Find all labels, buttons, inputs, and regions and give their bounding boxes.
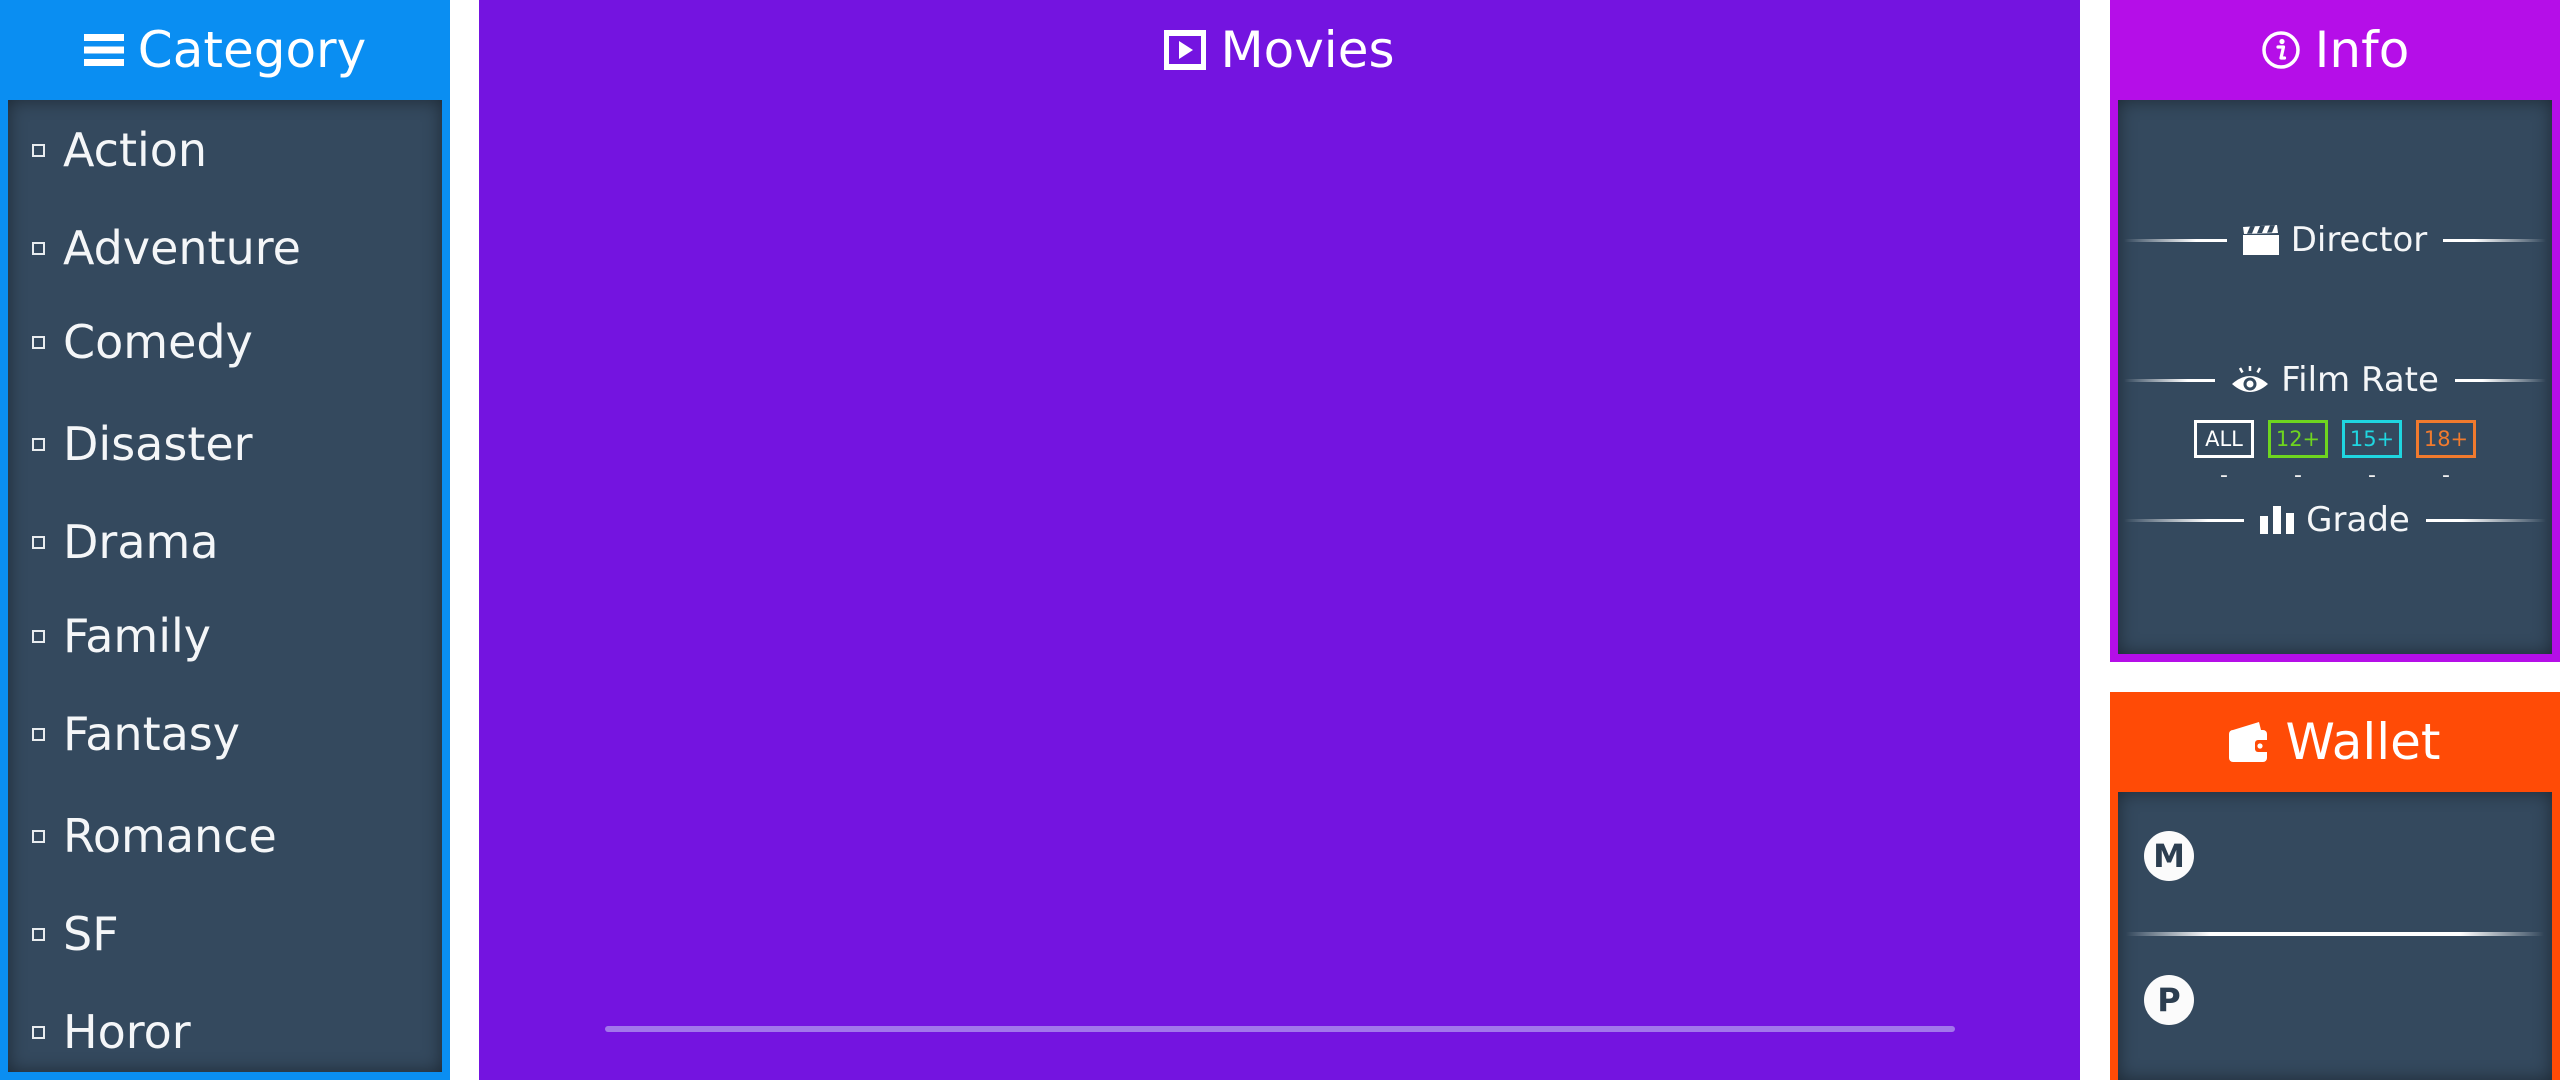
checkbox-icon — [32, 727, 45, 741]
checkbox-icon — [32, 1025, 45, 1039]
clapperboard-icon — [2242, 225, 2279, 255]
wallet-panel: Wallet M P — [2110, 692, 2560, 1080]
checkbox-icon — [32, 437, 45, 451]
category-item-romance[interactable]: Romance — [8, 806, 442, 866]
category-item-label: Comedy — [63, 315, 253, 369]
director-label: Director — [2290, 220, 2428, 260]
category-item-label: Romance — [63, 809, 277, 863]
rate-badge: 18+ — [2416, 420, 2476, 458]
wallet-m-row: M — [2118, 816, 2552, 896]
rate-badge: 12+ — [2268, 420, 2328, 458]
checkbox-icon — [32, 335, 45, 349]
rate-18[interactable]: 18+ - — [2416, 420, 2476, 500]
divider — [2126, 932, 2544, 936]
rate-15[interactable]: 15+ - — [2342, 420, 2402, 500]
category-title: Category — [137, 21, 367, 79]
divider — [2454, 378, 2546, 382]
rate-count: - — [2442, 463, 2450, 488]
category-item-comedy[interactable]: Comedy — [8, 312, 442, 372]
film-rate-badges: ALL - 12+ - 15+ - 18+ - — [2118, 420, 2552, 500]
wallet-p-row: P — [2118, 960, 2552, 1040]
m-coin-icon: M — [2144, 831, 2194, 881]
category-list: Action Adventure Comedy Disaster Drama F… — [8, 100, 442, 1072]
rate-count: - — [2220, 463, 2228, 488]
info-title: Info — [2314, 21, 2410, 79]
bar-chart-icon — [2260, 506, 2295, 534]
category-item-horor[interactable]: Horor — [8, 1002, 442, 1062]
category-item-label: Drama — [63, 515, 219, 569]
checkbox-icon — [32, 829, 45, 843]
category-item-drama[interactable]: Drama — [8, 512, 442, 572]
menu-icon — [83, 30, 124, 70]
wallet-content: M P — [2118, 792, 2552, 1080]
rate-12[interactable]: 12+ - — [2268, 420, 2328, 500]
category-item-family[interactable]: Family — [8, 606, 442, 666]
divider — [2124, 238, 2227, 242]
category-item-label: Disaster — [63, 417, 253, 471]
checkbox-icon — [32, 143, 45, 157]
rate-count: - — [2368, 463, 2376, 488]
checkbox-icon — [32, 535, 45, 549]
rate-badge: ALL — [2194, 420, 2254, 458]
wallet-icon — [2229, 722, 2272, 762]
category-item-label: Adventure — [63, 221, 301, 275]
category-item-disaster[interactable]: Disaster — [8, 414, 442, 474]
film-rate-section: Film Rate — [2118, 355, 2552, 405]
divider — [2124, 378, 2216, 382]
category-item-label: Action — [63, 123, 208, 177]
info-header: Info — [2110, 0, 2560, 100]
film-rate-label: Film Rate — [2281, 360, 2439, 400]
info-panel: Info Director Film Rate ALL - 12+ - 15+ … — [2110, 0, 2560, 662]
movies-panel: Movies — [479, 0, 2080, 1080]
grade-section: Grade — [2118, 495, 2552, 545]
category-panel: Category Action Adventure Comedy Disaste… — [0, 0, 450, 1080]
grade-label: Grade — [2306, 500, 2410, 540]
category-header: Category — [0, 0, 450, 100]
category-item-fantasy[interactable]: Fantasy — [8, 704, 442, 764]
rate-all[interactable]: ALL - — [2194, 420, 2254, 500]
category-item-label: Family — [63, 609, 212, 663]
category-item-label: Fantasy — [63, 707, 240, 761]
divider — [2425, 518, 2547, 522]
info-content: Director Film Rate ALL - 12+ - 15+ - 18+… — [2118, 100, 2552, 654]
category-item-sf[interactable]: SF — [8, 904, 442, 964]
movies-scrollbar[interactable] — [605, 1026, 1955, 1032]
info-icon — [2261, 30, 2301, 70]
checkbox-icon — [32, 927, 45, 941]
category-item-adventure[interactable]: Adventure — [8, 218, 442, 278]
checkbox-icon — [32, 241, 45, 255]
divider — [2443, 238, 2546, 242]
director-section: Director — [2118, 215, 2552, 265]
category-item-action[interactable]: Action — [8, 120, 442, 180]
p-coin-icon: P — [2144, 975, 2194, 1025]
movies-title: Movies — [1220, 21, 1395, 79]
movies-header: Movies — [479, 0, 2080, 100]
checkbox-icon — [32, 629, 45, 643]
category-item-label: Horor — [63, 1005, 191, 1059]
rate-badge: 15+ — [2342, 420, 2402, 458]
divider — [2124, 518, 2245, 522]
wallet-header: Wallet — [2110, 692, 2560, 792]
wallet-title: Wallet — [2285, 713, 2441, 771]
rate-count: - — [2294, 463, 2302, 488]
film-play-icon — [1164, 30, 1207, 70]
category-item-label: SF — [63, 907, 119, 961]
eye-icon — [2231, 365, 2269, 395]
